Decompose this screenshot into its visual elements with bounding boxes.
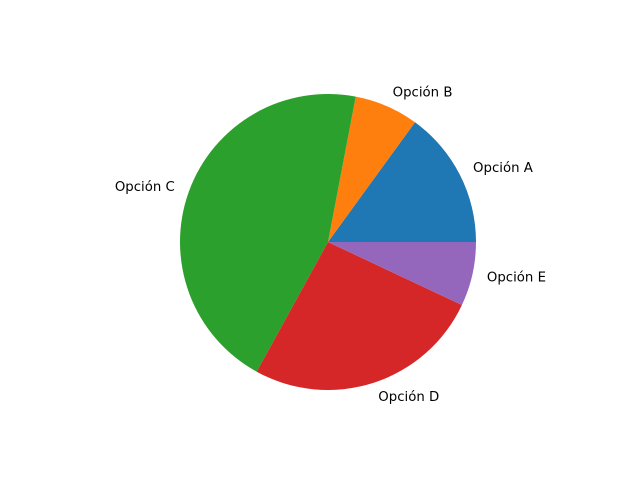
pie-label-opcion-e: Opción E (487, 270, 546, 286)
slices-layer (180, 94, 476, 390)
pie-label-opcion-a: Opción A (473, 160, 533, 176)
pie-label-opcion-b: Opción B (393, 85, 453, 101)
pie-chart: Opción A Opción B Opción C Opción D Opción E (0, 0, 640, 480)
pie-label-opcion-c: Opción C (115, 179, 175, 195)
pie-chart-svg: Opción A Opción B Opción C Opción D Opción E (115, 85, 546, 405)
pie-label-opcion-d: Opción D (378, 389, 439, 405)
